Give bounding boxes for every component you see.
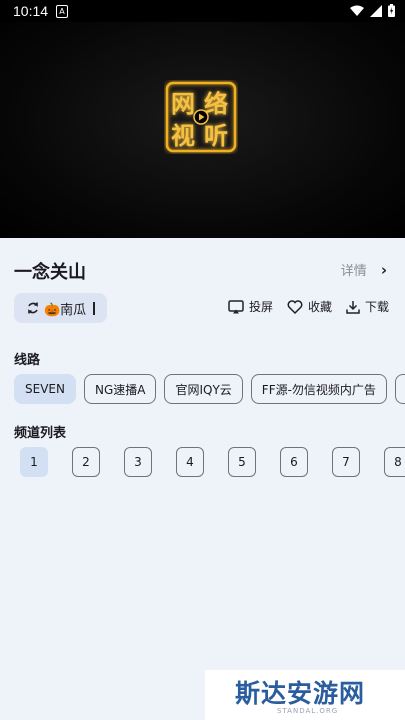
watermark-text: 斯达安游网	[235, 679, 366, 708]
cast-icon	[228, 299, 244, 313]
wifi-icon	[350, 5, 364, 16]
detail-link[interactable]: 详情 ›	[340, 260, 387, 280]
episode-button[interactable]: 3	[124, 447, 152, 477]
refresh-icon	[28, 302, 38, 314]
episode-button[interactable]: 6	[280, 447, 308, 477]
channel-logo: 网 络 视 听	[165, 81, 237, 153]
favorite-button[interactable]: 收藏	[287, 298, 332, 315]
route-chip-list: SEVEN NG速播A 官网IQY云 FF源-勿信视频内广告	[14, 374, 405, 404]
cast-button[interactable]: 投屏	[228, 298, 273, 315]
route-chip[interactable]: NG速播A	[83, 374, 157, 404]
episode-button[interactable]: 8	[384, 447, 405, 477]
action-bar: 投屏 收藏 下载	[228, 298, 389, 315]
signal-icon	[370, 4, 382, 17]
watermark-subtext: STANDAL.ORG	[277, 707, 339, 715]
download-icon	[346, 300, 360, 314]
route-chip[interactable]: SEVEN	[14, 374, 76, 404]
battery-icon	[388, 4, 395, 17]
route-chip[interactable]: 官网IQY云	[164, 374, 243, 404]
chevron-right-icon: ›	[380, 260, 387, 279]
status-time: 10:14	[13, 3, 49, 19]
episodes-label: 频道列表	[14, 426, 67, 441]
source-switch-button[interactable]: 🎃南瓜	[14, 293, 108, 323]
routes-label: 线路	[14, 353, 41, 368]
route-chip-partial[interactable]	[394, 374, 405, 404]
logo-char-1: 网	[171, 89, 195, 118]
episode-button[interactable]: 7	[332, 447, 360, 477]
source-divider	[93, 301, 96, 315]
detail-label: 详情	[340, 264, 367, 279]
download-label: 下载	[364, 300, 389, 314]
notification-a-icon: A	[56, 5, 68, 18]
system-icons	[350, 4, 395, 17]
logo-char-3: 视	[171, 121, 195, 150]
favorite-label: 收藏	[307, 300, 332, 314]
video-player[interactable]: 网 络 视 听	[0, 22, 405, 238]
episode-button[interactable]: 5	[228, 447, 256, 477]
source-label: 🎃南瓜	[44, 302, 87, 318]
status-bar: 10:14 A	[0, 0, 405, 22]
episode-button[interactable]: 2	[72, 447, 100, 477]
page-title: 一念关山	[14, 262, 86, 283]
cast-label: 投屏	[248, 300, 273, 314]
episode-list: 1 2 3 4 5 6 7 8	[20, 447, 405, 477]
heart-icon	[287, 299, 303, 314]
download-button[interactable]: 下载	[346, 298, 389, 315]
detail-panel: 一念关山 详情 › 🎃南瓜 投屏 收藏 下载 线路 SEVEN NG速播A 官网…	[0, 238, 405, 720]
site-watermark: 斯达安游网 STANDAL.ORG	[205, 670, 405, 720]
route-chip[interactable]: FF源-勿信视频内广告	[250, 374, 387, 404]
logo-char-4: 听	[204, 121, 228, 150]
episode-button[interactable]: 1	[20, 447, 48, 477]
episode-button[interactable]: 4	[176, 447, 204, 477]
